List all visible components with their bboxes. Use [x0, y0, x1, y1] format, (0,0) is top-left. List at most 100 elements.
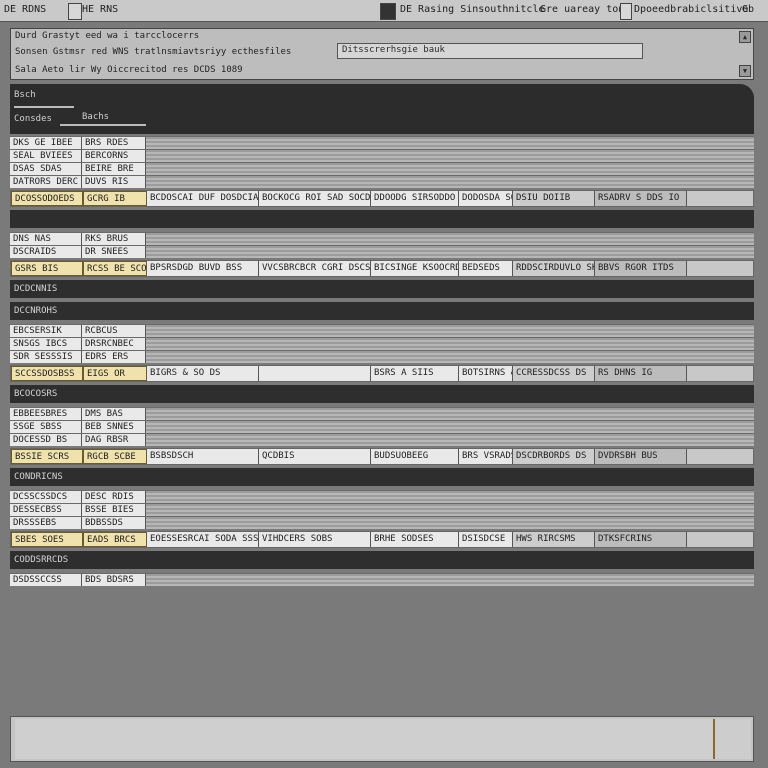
- table-cell[interactable]: [259, 366, 371, 381]
- panel-title: Bsch: [14, 90, 36, 100]
- table-cell: EDRS ERS: [82, 351, 146, 363]
- table-cell[interactable]: SCCSSDOSBSS: [11, 366, 83, 381]
- table-cell[interactable]: VVCSBRCBCR CGRI DSCS: [259, 261, 371, 276]
- table-cell: DKS GE IBEE: [10, 137, 82, 149]
- table-row[interactable]: GSRS BIS RCSS BE SCO BPSRSDGD BUVD BSS VVCS…: [10, 260, 754, 277]
- table-cell[interactable]: RS DHNS IG: [595, 366, 687, 381]
- table-row[interactable]: DSAS SDAS BEIRE BRE: [10, 162, 754, 175]
- table-cell[interactable]: QCDBIS: [259, 449, 371, 464]
- table-row[interactable]: SBES SOES EADS BRCS EOESSESRCAI SODA SSS VI…: [10, 531, 754, 548]
- window-icon[interactable]: [380, 3, 396, 20]
- table-cell[interactable]: DVDRSBH BUS: [595, 449, 687, 464]
- table-cell[interactable]: DSISDCSE: [459, 532, 513, 547]
- table-cell[interactable]: DODOSDA SOFO: [459, 191, 513, 206]
- table-cell[interactable]: DCOSSODOEDS: [11, 191, 83, 206]
- table-cell[interactable]: EADS BRCS: [83, 532, 147, 547]
- table-cell[interactable]: BRHE SODSES: [371, 532, 459, 547]
- table-cell: SDR SESSSIS: [10, 351, 82, 363]
- menu-item-3[interactable]: DE Rasing Sinsouthnitcle: [400, 4, 545, 15]
- table-cell[interactable]: BBVS RGOR ITDS: [595, 261, 687, 276]
- table-cell[interactable]: EOESSESRCAI SODA SSS: [147, 532, 259, 547]
- table-row[interactable]: SNSGS IBCS DRSRCNBEC: [10, 337, 754, 350]
- menu-toggle-button[interactable]: [68, 3, 82, 20]
- search-input[interactable]: Ditsscrerhsgie bauk: [337, 43, 643, 59]
- table-row[interactable]: DSCRAIDS DR SNEES: [10, 245, 754, 258]
- table-row[interactable]: DCOSSODOEDS GCRG IB BCDOSCAI DUF DOSDCIAS B…: [10, 190, 754, 207]
- table-row[interactable]: SCCSSDOSBSS EIGS OR BIGRS & SO DS BSRS A SI…: [10, 365, 754, 382]
- table-row[interactable]: EBBEESBRES DMS BAS: [10, 407, 754, 420]
- menu-item-6[interactable]: Gb: [742, 4, 754, 15]
- menu-item-4[interactable]: Gre uareay tons: [540, 4, 630, 15]
- table-row[interactable]: SDR SESSSIS EDRS ERS: [10, 350, 754, 363]
- header-line-3: Sala Aeto lir Wy Oiccrecitod res DCDS 10…: [15, 65, 243, 75]
- table-cell[interactable]: BIGRS & SO DS: [147, 366, 259, 381]
- table-row[interactable]: DCSSCSSDCS DESC RDIS: [10, 490, 754, 503]
- menu-item-2[interactable]: HE RNS: [82, 4, 118, 15]
- header-line-1: Durd Grastyt eed wa i tarcclocerrs: [15, 31, 200, 41]
- table-cell[interactable]: DDOODG SIRSODDO: [371, 191, 459, 206]
- table-cell[interactable]: DSIU DOIIB: [513, 191, 595, 206]
- table-cell: BDS BDSRS: [82, 574, 146, 586]
- table-cell[interactable]: EIGS OR: [83, 366, 147, 381]
- panel-sublabel-2: Bachs: [82, 112, 110, 122]
- table-cell[interactable]: BOTSIRNS & DCDS: [459, 366, 513, 381]
- table-cell: DCSSCSSDCS: [10, 491, 82, 503]
- table-cell[interactable]: BRS VSRADSVAN: [459, 449, 513, 464]
- table-cell: BEB SNNES: [82, 421, 146, 433]
- table-cell[interactable]: VIHDCERS SOBS: [259, 532, 371, 547]
- scroll-down-icon[interactable]: ▼: [739, 65, 751, 77]
- table-cell[interactable]: GSRS BIS: [11, 261, 83, 276]
- table-row[interactable]: DESSECBSS BSSE BIES: [10, 503, 754, 516]
- table-row[interactable]: SSGE SBSS BEB SNNES: [10, 420, 754, 433]
- table-cell[interactable]: DSCDRBORDS DS: [513, 449, 595, 464]
- table-row[interactable]: EBCSERSIK RCBCUS: [10, 324, 754, 337]
- table-cell: SSGE SBSS: [10, 421, 82, 433]
- table-row[interactable]: BSSIE SCRS RGCB SCBE BSBSDSCH QCDBIS BUDSUOB…: [10, 448, 754, 465]
- header-panel: Durd Grastyt eed wa i tarcclocerrs Sonse…: [10, 28, 754, 80]
- table-cell[interactable]: BOCKOCG ROI SAD SOCDI: [259, 191, 371, 206]
- table-cell[interactable]: BSBSDSCH: [147, 449, 259, 464]
- menu-dropdown-button[interactable]: [620, 3, 632, 20]
- section-label: DCDCNNIS: [14, 284, 58, 294]
- table-cell: DOCESSD BS: [10, 434, 82, 446]
- table-cell[interactable]: BUDSUOBEEG: [371, 449, 459, 464]
- table-cell[interactable]: HWS RIRCSMS: [513, 532, 595, 547]
- table-cell[interactable]: RGCB SCBE: [83, 449, 147, 464]
- table-cell[interactable]: RCSS BE SCO: [83, 261, 147, 276]
- table-row[interactable]: DNS NAS RKS BRUS: [10, 232, 754, 245]
- table-row[interactable]: DKS GE IBEE BRS RDES: [10, 136, 754, 149]
- section-header: DCCNROHS: [10, 302, 754, 320]
- table-cell[interactable]: RDDSCIRDUVLO SKS: [513, 261, 595, 276]
- bottom-side-box[interactable]: [713, 719, 751, 759]
- table-cell: RCBCUS: [82, 325, 146, 337]
- table-cell[interactable]: BEDSEDS: [459, 261, 513, 276]
- table-row[interactable]: DOCESSD BS DAG RBSR: [10, 433, 754, 446]
- table-row[interactable]: DRSSSEBS BDBSSDS: [10, 516, 754, 529]
- table-cell[interactable]: BICSINGE KSOOCRD: [371, 261, 459, 276]
- table-cell: DNS NAS: [10, 233, 82, 245]
- table-cell: RKS BRUS: [82, 233, 146, 245]
- table-cell[interactable]: BSSIE SCRS: [11, 449, 83, 464]
- table-row[interactable]: DATRORS DERC DUVS RIS: [10, 175, 754, 188]
- section-label: CONDRICNS: [14, 472, 63, 482]
- table-cell[interactable]: BCDOSCAI DUF DOSDCIAS: [147, 191, 259, 206]
- section-label: CODDSRRCDS: [14, 555, 69, 565]
- table-cell[interactable]: SBES SOES: [11, 532, 83, 547]
- menu-item-1[interactable]: DE RDNS: [4, 4, 46, 15]
- table-cell[interactable]: DTKSFCRINS: [595, 532, 687, 547]
- table-row[interactable]: DSDSSCCSS BDS BDSRS: [10, 573, 754, 586]
- table-cell[interactable]: CCRESSDCSS DS: [513, 366, 595, 381]
- scroll-up-icon[interactable]: ▲: [739, 31, 751, 43]
- table-cell[interactable]: RSADRV S DDS IO: [595, 191, 687, 206]
- menu-bar: DE RDNS HE RNS DE Rasing Sinsouthnitcle …: [0, 0, 768, 22]
- table-cell: DSAS SDAS: [10, 163, 82, 175]
- table-cell[interactable]: GCRG IB: [83, 191, 147, 206]
- menu-item-5[interactable]: Dpoeedbrabiclsitive: [634, 4, 748, 15]
- table-cell: DRSSSEBS: [10, 517, 82, 529]
- bottom-text-area[interactable]: [15, 719, 715, 759]
- bottom-panel: [10, 716, 754, 762]
- panel-divider: [14, 106, 74, 108]
- table-cell[interactable]: BPSRSDGD BUVD BSS: [147, 261, 259, 276]
- table-row[interactable]: SEAL BVIEES BERCORNS: [10, 149, 754, 162]
- table-cell[interactable]: BSRS A SIIS: [371, 366, 459, 381]
